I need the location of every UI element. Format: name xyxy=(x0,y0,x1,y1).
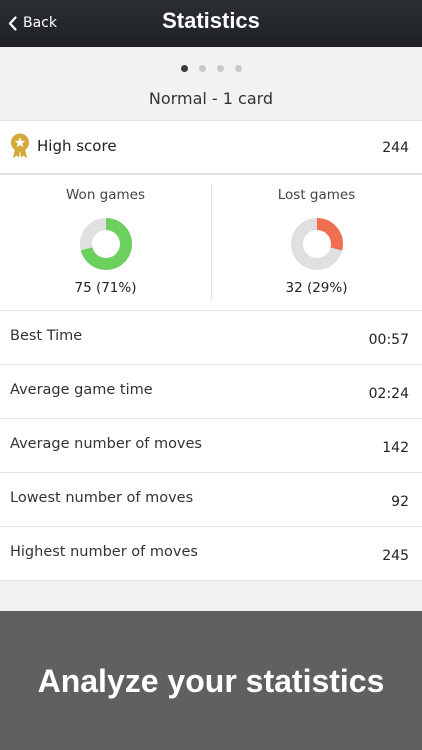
medal-icon xyxy=(11,133,29,158)
page-dot[interactable] xyxy=(180,65,188,72)
won-games-value: 75 (71%) xyxy=(74,280,137,296)
stat-label: Average number of moves xyxy=(10,436,202,452)
won-games-label: Won games xyxy=(66,187,145,203)
stat-row-average-moves: Average number of moves 142 xyxy=(0,419,422,473)
stat-value: 92 xyxy=(391,494,409,510)
stat-value: 142 xyxy=(382,440,409,456)
game-mode-title: Normal - 1 card xyxy=(148,89,274,108)
page-dot[interactable] xyxy=(216,65,224,72)
promo-banner: Analyze your statistics xyxy=(0,611,422,750)
navigation-bar: Back Statistics xyxy=(0,0,422,47)
stat-row-highest-moves: Highest number of moves 245 xyxy=(0,527,422,581)
page-dot[interactable] xyxy=(234,65,242,72)
lost-games-label: Lost games xyxy=(277,187,356,203)
statistics-content: Normal - 1 card High score 244 Won games… xyxy=(0,47,422,611)
won-games-panel: Won games 75 (71%) xyxy=(0,175,211,312)
stat-row-average-time: Average game time 02:24 xyxy=(0,365,422,419)
stat-row-best-time: Best Time 00:57 xyxy=(0,311,422,365)
stats-list: Best Time 00:57 Average game time 02:24 … xyxy=(0,311,422,581)
high-score-row: High score 244 xyxy=(0,120,422,174)
page-dot[interactable] xyxy=(198,65,206,72)
stat-label: Best Time xyxy=(10,328,83,344)
stat-value: 245 xyxy=(382,548,409,564)
lost-games-donut xyxy=(290,218,343,270)
page-indicator[interactable] xyxy=(0,65,422,72)
page-title: Statistics xyxy=(162,8,260,33)
promo-banner-text: Analyze your statistics xyxy=(37,663,385,699)
games-summary: Won games 75 (71%) Lost games 32 (29%) xyxy=(0,174,422,311)
stat-label: Average game time xyxy=(10,382,153,398)
lost-games-value: 32 (29%) xyxy=(285,280,348,296)
stat-label: Highest number of moves xyxy=(10,544,198,560)
high-score-value: 244 xyxy=(382,140,409,156)
won-games-donut xyxy=(79,218,132,270)
stat-value: 02:24 xyxy=(368,386,409,402)
high-score-label: High score xyxy=(37,137,117,155)
stat-label: Lowest number of moves xyxy=(10,490,194,506)
stat-row-lowest-moves: Lowest number of moves 92 xyxy=(0,473,422,527)
stat-value: 00:57 xyxy=(368,332,409,348)
lost-games-panel: Lost games 32 (29%) xyxy=(211,175,422,312)
